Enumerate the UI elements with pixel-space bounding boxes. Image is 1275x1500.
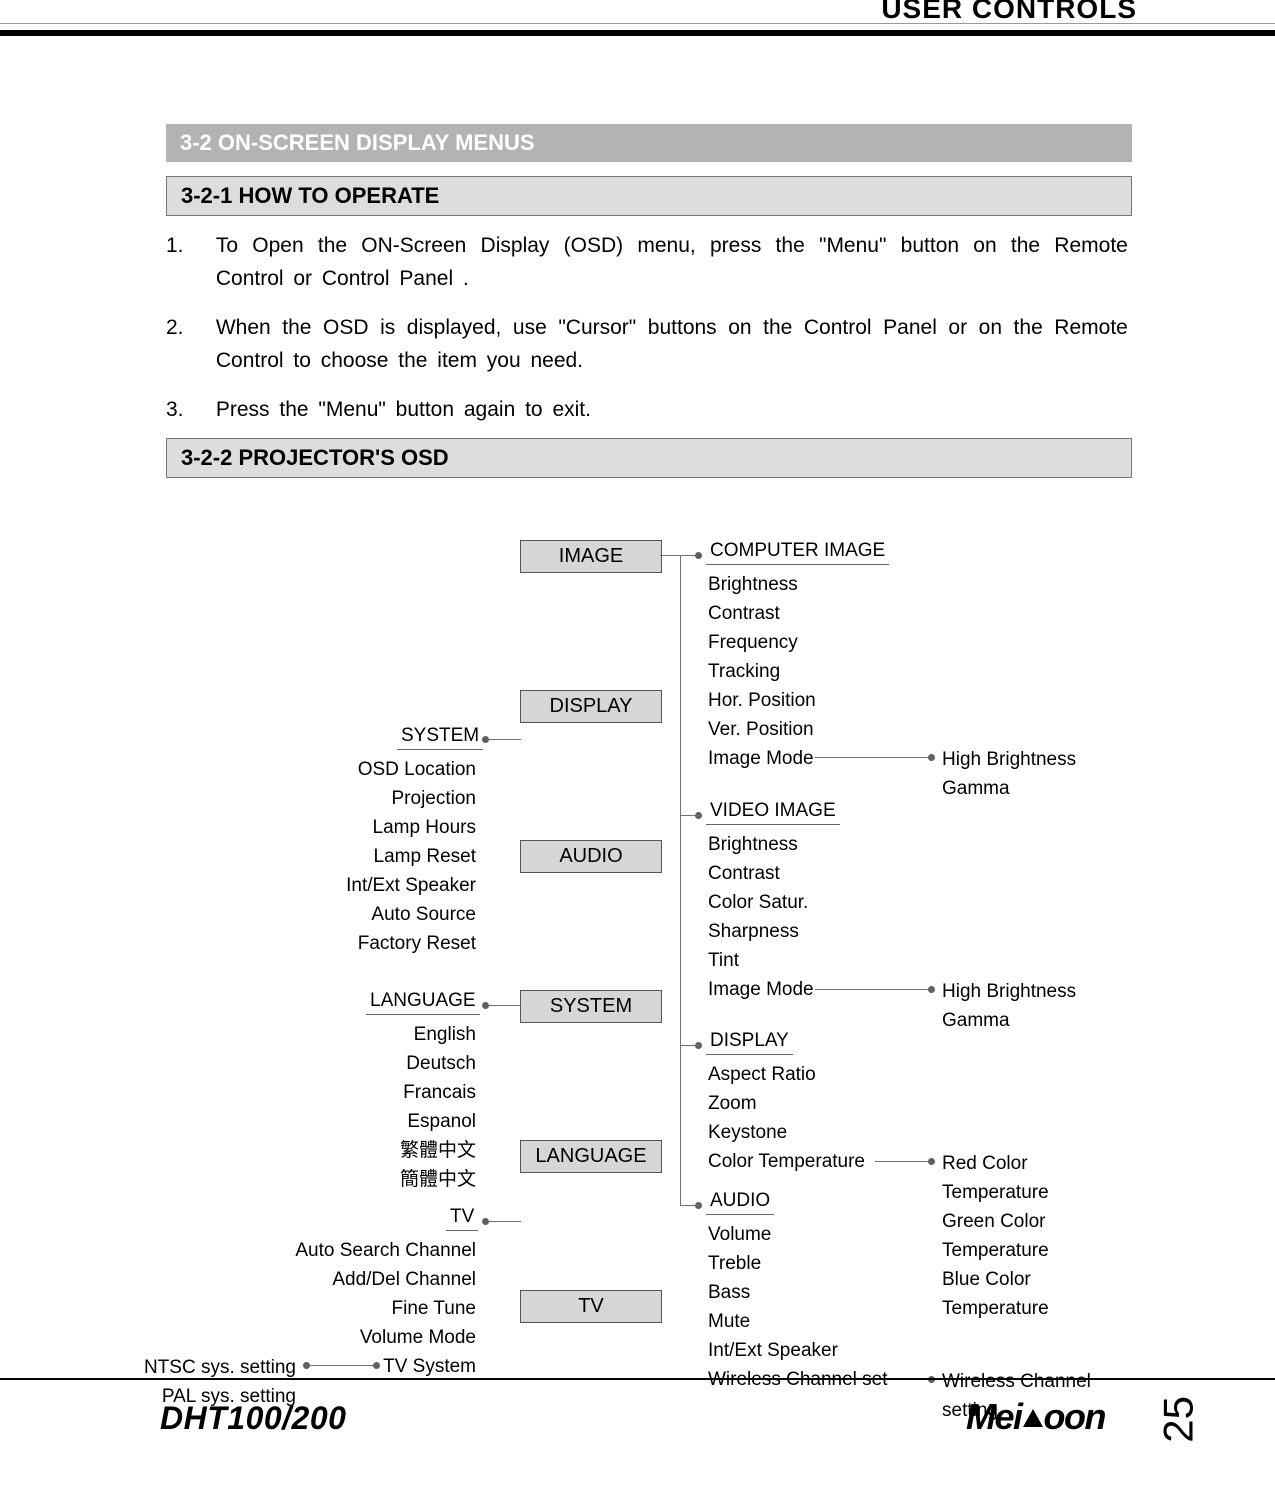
osd-menu-diagram: IMAGE DISPLAY AUDIO SYSTEM LANGUAGE TV C… <box>0 535 1275 1375</box>
instruction-text: When the OSD is displayed, use "Cursor" … <box>216 312 1128 377</box>
image-mode-options: High Brightness Gamma <box>942 745 1076 803</box>
submenu-video-image: VIDEO IMAGE <box>706 800 840 825</box>
instruction-item: 1. To Open the ON-Screen Display (OSD) m… <box>166 230 1132 295</box>
menu-image: IMAGE <box>520 540 662 573</box>
footer-brand-logo: Meioon <box>966 1396 1105 1438</box>
instruction-text: Press the "Menu" button again to exit. <box>216 394 1128 427</box>
system-items: OSD Location Projection Lamp Hours Lamp … <box>252 755 476 958</box>
section-heading-3-2-1: 3-2-1 HOW TO OPERATE <box>166 176 1132 216</box>
display-items: Aspect Ratio Zoom Keystone Color Tempera… <box>708 1060 865 1176</box>
submenu-system: SYSTEM <box>397 725 483 750</box>
section-heading-3-2-2: 3-2-2 PROJECTOR'S OSD <box>166 438 1132 478</box>
submenu-display: DISPLAY <box>706 1030 793 1055</box>
menu-audio: AUDIO <box>520 840 662 873</box>
menu-system: SYSTEM <box>520 990 662 1023</box>
list-number: 1. <box>166 230 210 263</box>
submenu-tv: TV <box>446 1206 478 1231</box>
list-number: 3. <box>166 394 210 427</box>
menu-display: DISPLAY <box>520 690 662 723</box>
color-temperature-options: Red Color Temperature Green Color Temper… <box>942 1149 1049 1323</box>
menu-language: LANGUAGE <box>520 1140 662 1173</box>
footer-model-number: DHT100/200 <box>160 1400 346 1437</box>
image-mode-options: High Brightness Gamma <box>942 977 1076 1035</box>
page-number: 25 <box>1155 1396 1203 1443</box>
instruction-item: 2. When the OSD is displayed, use "Curso… <box>166 312 1132 377</box>
list-number: 2. <box>166 312 210 345</box>
computer-image-items: Brightness Contrast Frequency Tracking H… <box>708 570 816 773</box>
submenu-language: LANGUAGE <box>366 990 480 1015</box>
submenu-computer-image: COMPUTER IMAGE <box>706 540 889 565</box>
section-heading-3-2: 3-2 ON-SCREEN DISPLAY MENUS <box>166 124 1132 162</box>
instruction-text: To Open the ON-Screen Display (OSD) menu… <box>216 230 1128 295</box>
audio-items: Volume Treble Bass Mute Int/Ext Speaker … <box>708 1220 888 1394</box>
language-items: English Deutsch Francais Espanol 繁體中文 簡體… <box>252 1020 476 1194</box>
video-image-items: Brightness Contrast Color Satur. Sharpne… <box>708 830 814 1004</box>
page-header-title: USER CONTROLS <box>881 0 1137 25</box>
instruction-item: 3. Press the "Menu" button again to exit… <box>166 394 1132 427</box>
brand-triangle-icon <box>1023 1409 1043 1427</box>
submenu-audio: AUDIO <box>706 1190 774 1215</box>
menu-tv: TV <box>520 1290 662 1323</box>
